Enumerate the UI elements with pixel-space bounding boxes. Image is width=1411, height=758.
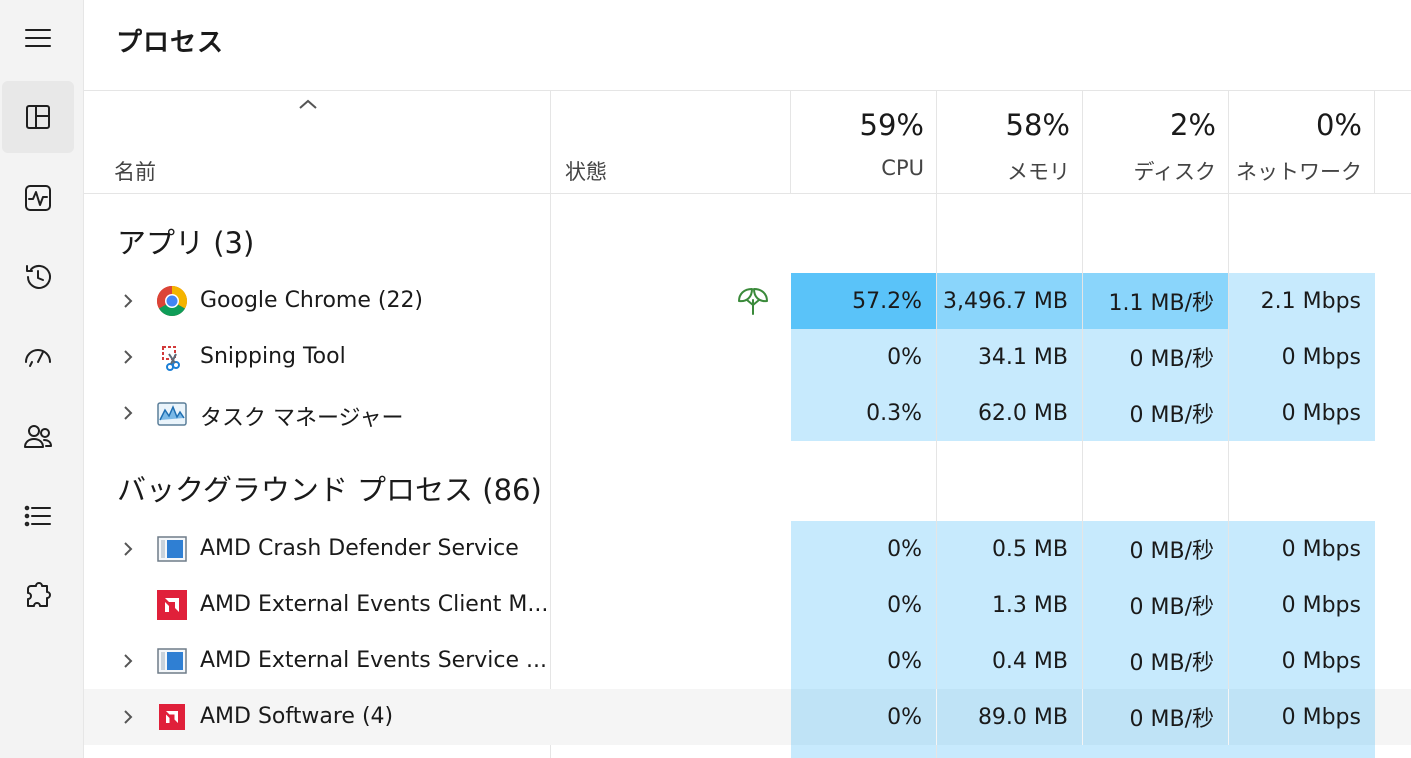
network-cell: 0 Mbps bbox=[1229, 521, 1375, 577]
expand-chevron-icon[interactable] bbox=[118, 539, 138, 559]
disk-cell: 0 MB/秒 bbox=[1083, 521, 1228, 577]
nav-performance[interactable] bbox=[2, 162, 74, 234]
services-puzzle-icon bbox=[27, 582, 51, 607]
nav-details[interactable] bbox=[2, 480, 74, 552]
network-cell: 0 Mbps bbox=[1229, 329, 1375, 385]
page-title: プロセス bbox=[116, 28, 225, 58]
snipping-tool-icon bbox=[162, 346, 180, 371]
process-name: AMD External Events Service ... bbox=[200, 648, 547, 673]
column-separator bbox=[1374, 91, 1375, 193]
network-cell: 0 Mbps bbox=[1229, 633, 1375, 689]
disk-cell: 0 MB/秒 bbox=[1083, 329, 1228, 385]
disk-total-percent[interactable]: 2% bbox=[1076, 108, 1216, 142]
cpu-cell: 0% bbox=[791, 329, 936, 385]
process-name: AMD External Events Client M... bbox=[200, 592, 549, 617]
hamburger-icon bbox=[25, 29, 51, 47]
memory-cell: 34.1 MB bbox=[937, 329, 1082, 385]
amd-logo-icon bbox=[157, 590, 187, 620]
service-window-icon bbox=[157, 648, 187, 674]
memory-total-percent[interactable]: 58% bbox=[930, 108, 1070, 142]
disk-cell: 0 MB/秒 bbox=[1083, 633, 1228, 689]
process-name: タスク マネージャー bbox=[200, 406, 404, 431]
details-list-icon bbox=[24, 505, 51, 527]
expand-chevron-icon[interactable] bbox=[118, 651, 138, 671]
amd-logo-icon bbox=[159, 704, 185, 730]
task-manager-icon bbox=[157, 402, 187, 426]
memory-cell: 62.0 MB bbox=[937, 385, 1082, 441]
startup-gauge-icon bbox=[25, 349, 51, 367]
expand-chevron-icon[interactable] bbox=[118, 347, 138, 367]
cpu-cell: 0% bbox=[791, 577, 936, 633]
header-divider bbox=[84, 90, 1411, 91]
network-cell: 0 Mbps bbox=[1229, 385, 1375, 441]
nav-processes[interactable] bbox=[2, 81, 74, 153]
task-manager-window: プロセス 名前 状態 59% CPU 58% メモリ 2% ディスク 0% ネッ… bbox=[0, 0, 1411, 758]
network-cell: 0 Mbps bbox=[1229, 577, 1375, 633]
memory-cell: 89.0 MB bbox=[937, 689, 1082, 745]
cpu-cell: 0% bbox=[791, 689, 936, 745]
cpu-cell: 0% bbox=[791, 521, 936, 577]
column-header-memory[interactable]: メモリ bbox=[930, 156, 1070, 186]
users-icon bbox=[24, 425, 52, 448]
nav-users[interactable] bbox=[2, 400, 74, 472]
disk-cell: 0 MB/秒 bbox=[1083, 689, 1228, 745]
nav-startup-apps[interactable] bbox=[2, 320, 74, 392]
process-name: AMD Crash Defender Service bbox=[200, 536, 519, 561]
group-header-background: バックグラウンド プロセス (86) bbox=[117, 473, 542, 507]
column-header-cpu[interactable]: CPU bbox=[784, 156, 924, 180]
performance-pulse-icon bbox=[25, 185, 51, 211]
memory-cell: 1.3 MB bbox=[937, 577, 1082, 633]
efficiency-leaf-icon bbox=[738, 288, 768, 315]
disk-cell: 1.1 MB/秒 bbox=[1083, 273, 1228, 329]
network-total-percent[interactable]: 0% bbox=[1222, 108, 1362, 142]
process-name: Snipping Tool bbox=[200, 344, 346, 369]
memory-cell: 0.5 MB bbox=[937, 521, 1082, 577]
process-name: Google Chrome (22) bbox=[200, 288, 424, 313]
next-row-partial bbox=[791, 745, 1375, 758]
column-header-status[interactable]: 状態 bbox=[565, 156, 607, 186]
expand-chevron-icon[interactable] bbox=[118, 291, 138, 311]
process-name: AMD Software (4) bbox=[200, 704, 394, 729]
column-header-network[interactable]: ネットワーク bbox=[1222, 156, 1362, 186]
disk-cell: 0 MB/秒 bbox=[1083, 385, 1228, 441]
memory-cell: 3,496.7 MB bbox=[937, 273, 1082, 329]
cpu-total-percent[interactable]: 59% bbox=[784, 108, 924, 142]
chrome-icon bbox=[156, 286, 188, 317]
cpu-cell: 57.2% bbox=[791, 273, 936, 329]
nav-services[interactable] bbox=[2, 560, 74, 632]
sidebar bbox=[0, 0, 84, 758]
group-header-apps: アプリ (3) bbox=[117, 226, 255, 260]
expand-chevron-icon[interactable] bbox=[118, 707, 138, 727]
sort-ascending-arrow-icon[interactable] bbox=[296, 96, 320, 112]
cpu-cell: 0.3% bbox=[791, 385, 936, 441]
column-header-name[interactable]: 名前 bbox=[114, 156, 156, 186]
column-header-disk[interactable]: ディスク bbox=[1076, 156, 1216, 186]
header-bottom-divider bbox=[84, 193, 1411, 194]
service-window-icon bbox=[157, 536, 187, 562]
memory-cell: 0.4 MB bbox=[937, 633, 1082, 689]
cpu-cell: 0% bbox=[791, 633, 936, 689]
network-cell: 0 Mbps bbox=[1229, 689, 1375, 745]
disk-cell: 0 MB/秒 bbox=[1083, 577, 1228, 633]
menu-button[interactable] bbox=[2, 2, 74, 74]
nav-app-history[interactable] bbox=[2, 241, 74, 313]
processes-grid-icon bbox=[26, 105, 50, 129]
history-clock-icon bbox=[26, 264, 51, 289]
network-cell: 2.1 Mbps bbox=[1229, 273, 1375, 329]
column-separator bbox=[936, 745, 937, 758]
expand-chevron-icon[interactable] bbox=[118, 403, 138, 423]
